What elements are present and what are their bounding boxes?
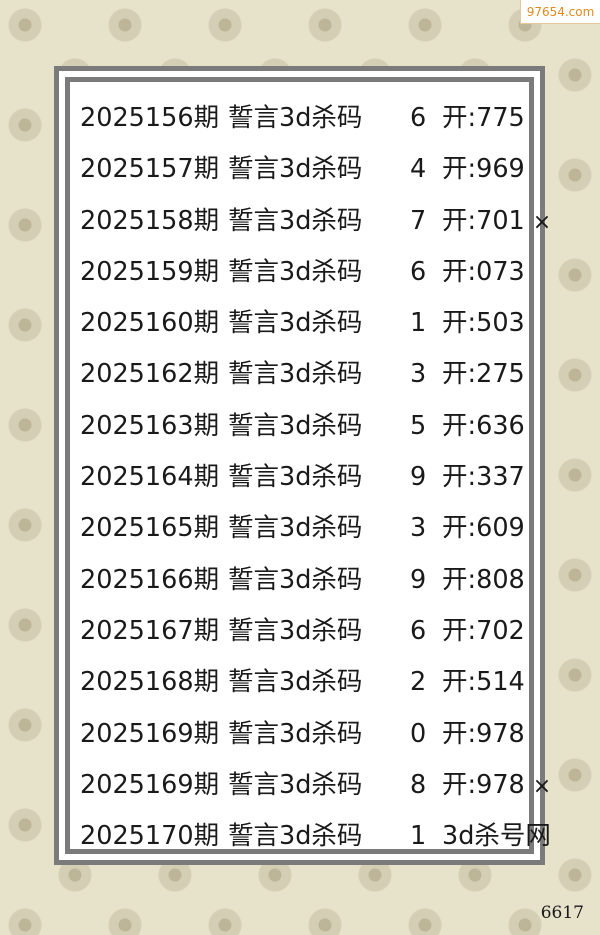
draw-result: 开:503 — [442, 308, 525, 339]
draw-result: 开:701 — [442, 205, 525, 236]
list-item: 2025164期 誓言3d杀码 9 开:337 — [80, 457, 529, 508]
keyword-label: 誓言3d杀码 — [228, 462, 363, 493]
issue-number: 2025169期 — [80, 769, 220, 800]
keyword-label: 誓言3d杀码 — [228, 821, 363, 852]
kill-number: 9 — [410, 462, 427, 493]
issue-number: 2025169期 — [80, 718, 220, 749]
keyword-label: 誓言3d杀码 — [228, 103, 363, 133]
keyword-label: 誓言3d杀码 — [228, 154, 363, 185]
results-panel: 2025156期 誓言3d杀码 6 开:775 2025157期 誓言3d杀码 4 开:96… — [54, 66, 551, 865]
issue-number: 2025156期 — [80, 103, 220, 133]
keyword-label: 誓言3d杀码 — [228, 205, 363, 236]
kill-number: 2 — [410, 667, 427, 698]
kill-number: 6 — [410, 103, 427, 133]
kill-number: 6 — [410, 615, 427, 646]
issue-number: 2025158期 — [80, 205, 220, 236]
draw-result: 开:978 — [442, 769, 525, 800]
kill-number: 1 — [410, 821, 427, 852]
issue-number: 2025157期 — [80, 154, 220, 185]
page-id-label: 6617 — [540, 903, 584, 923]
issue-number: 2025170期 — [80, 821, 220, 852]
kill-number: 3 — [410, 513, 427, 544]
issue-number: 2025163期 — [80, 410, 220, 441]
issue-number: 2025167期 — [80, 615, 220, 646]
keyword-label: 誓言3d杀码 — [228, 256, 363, 287]
draw-result: 开:275 — [442, 359, 525, 390]
list-item: 2025162期 誓言3d杀码 3 开:275 — [80, 354, 529, 405]
keyword-label: 誓言3d杀码 — [228, 564, 363, 595]
kill-number: 9 — [410, 564, 427, 595]
keyword-label: 誓言3d杀码 — [228, 513, 363, 544]
draw-result: 开:702 — [442, 615, 525, 646]
list-item: 2025168期 誓言3d杀码 2 开:514 — [80, 662, 529, 713]
list-item: 2025165期 誓言3d杀码 3 开:609 — [80, 508, 529, 559]
results-list: 2025156期 誓言3d杀码 6 开:775 2025157期 誓言3d杀码 4 开:96… — [80, 98, 551, 867]
miss-mark: × — [532, 209, 552, 235]
kill-number: 7 — [410, 205, 427, 236]
draw-result: 开:808 — [442, 564, 525, 595]
list-item: 2025167期 誓言3d杀码 6 开:702 — [80, 611, 529, 662]
issue-number: 2025160期 — [80, 308, 220, 339]
kill-number: 4 — [410, 154, 427, 185]
list-item: 2025169期 誓言3d杀码 8 开:978 × — [80, 765, 551, 816]
site-watermark: 97654.com — [520, 0, 600, 24]
keyword-label: 誓言3d杀码 — [228, 718, 363, 749]
keyword-label: 誓言3d杀码 — [228, 615, 363, 646]
keyword-label: 誓言3d杀码 — [228, 667, 363, 698]
draw-result: 开:636 — [442, 410, 525, 441]
miss-mark: × — [532, 773, 552, 799]
draw-result: 开:978 — [442, 718, 525, 749]
draw-result: 3d杀号网 — [442, 821, 551, 852]
keyword-label: 誓言3d杀码 — [228, 359, 363, 390]
issue-number: 2025165期 — [80, 513, 220, 544]
list-item: 2025159期 誓言3d杀码 6 开:073 — [80, 252, 529, 303]
draw-result: 开:073 — [442, 256, 525, 287]
draw-result: 开:514 — [442, 667, 525, 698]
list-item: 2025169期 誓言3d杀码 0 开:978 — [80, 714, 529, 765]
draw-result: 开:609 — [442, 513, 525, 544]
keyword-label: 誓言3d杀码 — [228, 308, 363, 339]
kill-number: 3 — [410, 359, 427, 390]
list-item: 2025163期 誓言3d杀码 5 开:636 — [80, 406, 529, 457]
issue-number: 2025162期 — [80, 359, 220, 390]
keyword-label: 誓言3d杀码 — [228, 769, 363, 800]
list-item: 2025166期 誓言3d杀码 9 开:808 — [80, 560, 529, 611]
list-item: 2025160期 誓言3d杀码 1 开:503 — [80, 303, 529, 354]
draw-result: 开:775 — [442, 103, 525, 133]
kill-number: 8 — [410, 769, 427, 800]
issue-number: 2025159期 — [80, 256, 220, 287]
kill-number: 1 — [410, 308, 427, 339]
results-panel-inner: 2025156期 誓言3d杀码 6 开:775 2025157期 誓言3d杀码 4 开:96… — [65, 77, 551, 854]
list-item: 2025157期 誓言3d杀码 4 开:969 — [80, 149, 529, 200]
kill-number: 6 — [410, 256, 427, 287]
issue-number: 2025166期 — [80, 564, 220, 595]
list-item: 2025156期 誓言3d杀码 6 开:775 — [80, 98, 529, 149]
kill-number: 5 — [410, 410, 427, 441]
keyword-label: 誓言3d杀码 — [228, 410, 363, 441]
draw-result: 开:969 — [442, 154, 525, 185]
kill-number: 0 — [410, 718, 427, 749]
issue-number: 2025164期 — [80, 462, 220, 493]
issue-number: 2025168期 — [80, 667, 220, 698]
list-item: 2025158期 誓言3d杀码 7 开:701 × — [80, 201, 551, 252]
list-item: 2025170期 誓言3d杀码 1 3d杀号网 — [80, 816, 551, 867]
draw-result: 开:337 — [442, 462, 525, 493]
